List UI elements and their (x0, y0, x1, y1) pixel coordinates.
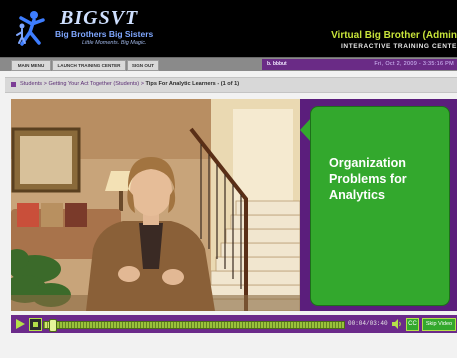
slide-card: Organization Problems for Analytics (310, 106, 450, 306)
user-name: b. bbbut (267, 61, 287, 67)
seek-bar[interactable] (43, 319, 345, 332)
logo-tagline: Little Moments. Big Magic. (82, 40, 147, 46)
launch-training-center-button[interactable]: LAUNCH TRAINING CENTER (52, 60, 126, 71)
video-player[interactable]: Organization Problems for Analytics (11, 99, 457, 311)
slide-title: Organization Problems for Analytics (329, 156, 407, 202)
page-footer (0, 333, 457, 358)
nav-bar: MAIN MENU LAUNCH TRAINING CENTER SIGN OU… (0, 57, 457, 71)
closed-caption-icon[interactable]: CC (406, 318, 419, 331)
skip-video-button[interactable]: Skip Video (422, 318, 456, 331)
breadcrumb-folder-icon (11, 82, 16, 87)
logo-title: BIGSVT (60, 7, 139, 29)
volume-icon[interactable] (392, 319, 402, 329)
app-title: Virtual Big Brother (Admin (331, 30, 457, 41)
stop-button[interactable] (29, 318, 42, 331)
seek-handle[interactable] (49, 319, 57, 332)
sign-out-button[interactable]: SIGN OUT (127, 60, 159, 71)
app-header: BIGSVT Big Brothers Big Sisters Little M… (0, 0, 457, 57)
logo-figure-icon (16, 11, 45, 46)
seek-ticks (44, 322, 344, 328)
player-controls: 00:04/03:40 CC Skip Video (11, 315, 457, 333)
slide-panel: Organization Problems for Analytics (300, 99, 457, 311)
date-time: Fri, Oct 2, 2009 - 3:35:16 PM (374, 61, 454, 67)
breadcrumb-current: Tips For Analytic Learners - (1 of 1) (145, 81, 240, 87)
breadcrumb-path[interactable]: Students > Getting Your Act Together (St… (20, 81, 146, 87)
breadcrumb: Students > Getting Your Act Together (St… (5, 77, 457, 93)
presenter-video-frame (11, 99, 300, 311)
main-menu-button[interactable]: MAIN MENU (11, 60, 51, 71)
user-info-bar: b. bbbut Fri, Oct 2, 2009 - 3:35:16 PM (262, 59, 457, 70)
app-subtitle: INTERACTIVE TRAINING CENTE (341, 43, 457, 50)
time-display: 00:04/03:40 (348, 320, 388, 327)
logo-subtitle: Big Brothers Big Sisters (55, 29, 154, 39)
play-icon[interactable] (15, 319, 25, 329)
breadcrumb-text: Students > Getting Your Act Together (St… (20, 81, 239, 87)
